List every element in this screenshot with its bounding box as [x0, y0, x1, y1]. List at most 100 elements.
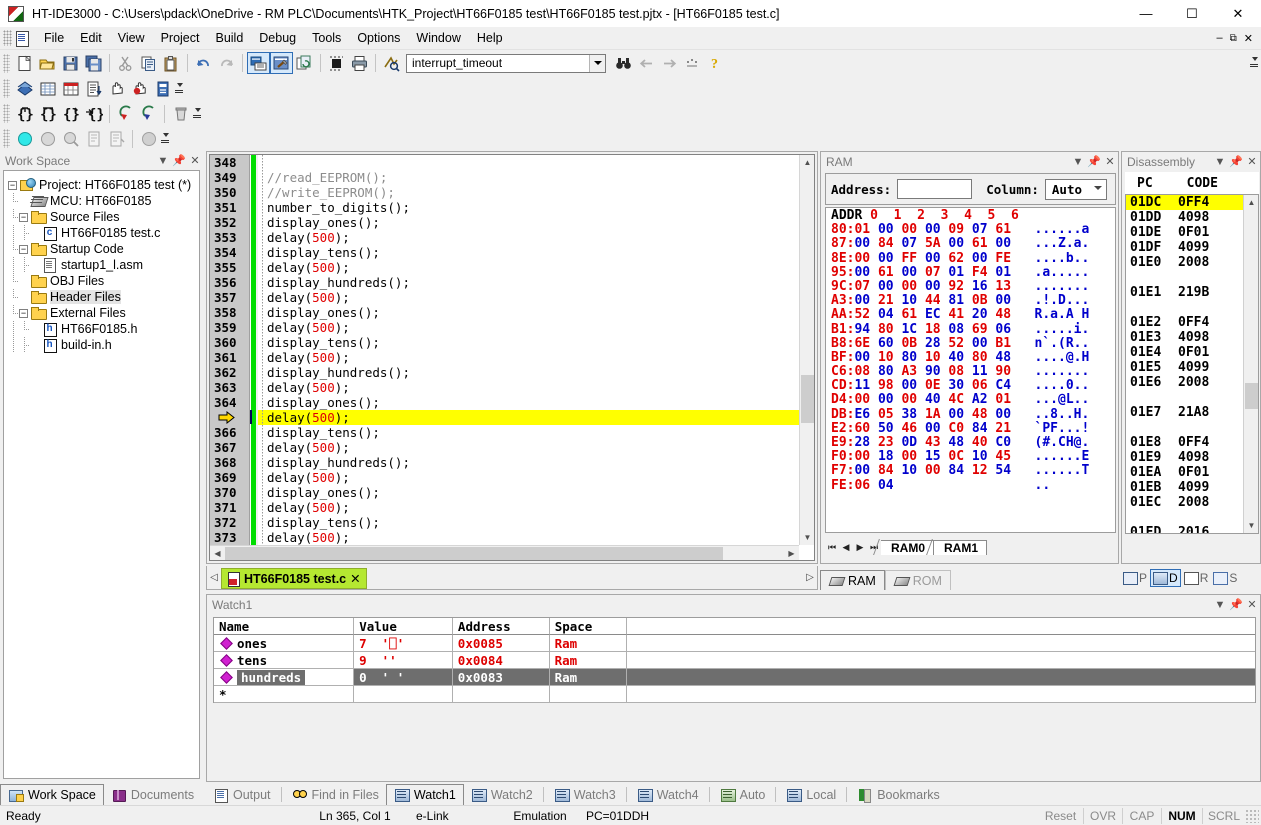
- code-line[interactable]: display_tens();: [258, 335, 799, 350]
- bookmark-icon[interactable]: [681, 52, 704, 74]
- watch-cell-address[interactable]: 0x0085: [453, 635, 550, 652]
- code-line[interactable]: display_tens();: [258, 245, 799, 260]
- watch-column-header[interactable]: Name: [214, 618, 354, 635]
- toolbar-grip[interactable]: [3, 54, 10, 73]
- close-icon[interactable]: ✕: [187, 153, 203, 169]
- disassembly-row[interactable]: 01EA0F01: [1126, 465, 1244, 480]
- disassembly-row[interactable]: 01ED2016: [1126, 525, 1244, 534]
- editor-tab-active[interactable]: HT66F0185 test.c ✕: [221, 568, 367, 589]
- maximize-button[interactable]: ☐: [1169, 0, 1215, 27]
- menu-tools[interactable]: Tools: [304, 28, 349, 48]
- tree-item[interactable]: startup1_l.asm: [4, 257, 199, 273]
- breakpoint-clear-icon[interactable]: [137, 103, 160, 125]
- tree-expander[interactable]: −: [19, 309, 28, 318]
- tab-close-icon[interactable]: ✕: [350, 571, 360, 586]
- tree-item[interactable]: MCU: HT66F0185: [4, 193, 199, 209]
- disassembly-row[interactable]: 01DC0FF4: [1126, 195, 1244, 210]
- editor-code-area[interactable]: //read_EEPROM();//write_EEPROM();number_…: [258, 155, 799, 545]
- resize-grip[interactable]: [1245, 809, 1259, 823]
- code-line[interactable]: display_tens();: [258, 425, 799, 440]
- code-line[interactable]: display_ones();: [258, 395, 799, 410]
- watch-cell-space[interactable]: Ram: [550, 652, 627, 669]
- menu-window[interactable]: Window: [408, 28, 468, 48]
- scroll-right-icon[interactable]: ▶: [784, 546, 799, 561]
- scroll-thumb-h[interactable]: [225, 547, 723, 560]
- dock-tab-documents[interactable]: Documents: [104, 785, 201, 805]
- tree-expander[interactable]: −: [19, 245, 28, 254]
- menu-project[interactable]: Project: [153, 28, 208, 48]
- watch-new-cell[interactable]: [627, 686, 1255, 703]
- save-all-icon[interactable]: [82, 52, 105, 74]
- code-line[interactable]: display_ones();: [258, 305, 799, 320]
- watch-new-cell[interactable]: [453, 686, 550, 703]
- disassembly-row[interactable]: 01E80FF4: [1126, 435, 1244, 450]
- disassembly-row[interactable]: 01E721A8: [1126, 405, 1244, 420]
- dock-tab-watch1[interactable]: Watch1: [386, 784, 464, 805]
- forward-arrow-icon[interactable]: [658, 52, 681, 74]
- watch-new-cell[interactable]: [550, 686, 627, 703]
- tree-item[interactable]: −Source Files: [4, 209, 199, 225]
- page-icon[interactable]: [82, 128, 105, 150]
- pin-icon[interactable]: 📌: [1228, 597, 1244, 613]
- code-line[interactable]: delay(500);: [258, 530, 799, 545]
- mdi-close-button[interactable]: ✕: [1244, 32, 1253, 45]
- disassembly-row[interactable]: 01EC2008: [1126, 495, 1244, 510]
- menu-help[interactable]: Help: [469, 28, 511, 48]
- bank-first-icon[interactable]: ⏮: [825, 539, 839, 555]
- toolbar-overflow-button[interactable]: [1249, 53, 1259, 73]
- disassembly-row[interactable]: 01EB4099: [1126, 480, 1244, 495]
- pin-icon[interactable]: 📌: [1086, 154, 1102, 170]
- tree-item[interactable]: Header Files: [4, 289, 199, 305]
- compile-icon[interactable]: [247, 52, 270, 74]
- hex-row[interactable]: 87:00 84 07 5A 00 61 00 ...Z.a.: [826, 236, 1115, 250]
- rebuild-icon[interactable]: [293, 52, 316, 74]
- toolbar-overflow-button[interactable]: [192, 104, 202, 124]
- menu-file[interactable]: File: [36, 28, 72, 48]
- mdi-restore-button[interactable]: ⧉: [1230, 33, 1237, 44]
- dock-tab-watch4[interactable]: Watch4: [630, 785, 706, 805]
- tab-scroll-left-icon[interactable]: ◁: [207, 568, 221, 588]
- step-grid-icon[interactable]: [36, 78, 59, 100]
- list-icon[interactable]: [82, 78, 105, 100]
- hand-icon[interactable]: [105, 78, 128, 100]
- watch-cell-space[interactable]: Ram: [550, 669, 627, 686]
- editor-surface[interactable]: //read_EEPROM();//write_EEPROM();number_…: [209, 154, 815, 561]
- dock-tab-watch2[interactable]: Watch2: [464, 785, 540, 805]
- chevron-down-icon[interactable]: ▼: [1070, 154, 1086, 170]
- paste-icon[interactable]: [160, 52, 183, 74]
- editor-horizontal-scrollbar[interactable]: ◀ ▶: [210, 545, 799, 560]
- watch-row[interactable]: tens9 ''0x0084Ram: [214, 652, 1255, 669]
- hex-row[interactable]: B1:94 80 1C 18 08 69 06 .....i.: [826, 322, 1115, 336]
- hex-row[interactable]: E9:28 23 0D 43 48 40 C0 (#.CH@.: [826, 435, 1115, 449]
- dock-tab-local[interactable]: Local: [779, 785, 843, 805]
- open-folder-icon[interactable]: [36, 52, 59, 74]
- menu-view[interactable]: View: [110, 28, 153, 48]
- disassembly-row[interactable]: 01E34098: [1126, 330, 1244, 345]
- code-line[interactable]: delay(500);: [258, 380, 799, 395]
- mdi-minimize-button[interactable]: –: [1217, 32, 1223, 44]
- watch-column-header[interactable]: Value: [354, 618, 453, 635]
- step-out-icon[interactable]: {}: [59, 103, 82, 125]
- code-line[interactable]: delay(500);: [258, 410, 799, 425]
- minimize-button[interactable]: —: [1123, 0, 1169, 27]
- hex-row[interactable]: BF:00 10 80 10 40 80 48 ....@.H: [826, 350, 1115, 364]
- watch-cell-name[interactable]: tens: [214, 652, 354, 669]
- watch-column-header[interactable]: Space: [550, 618, 627, 635]
- disassembly-row[interactable]: 01DF4099: [1126, 240, 1244, 255]
- editor-vertical-scrollbar[interactable]: ▲ ▼: [799, 155, 814, 545]
- toolbar-overflow-button[interactable]: [174, 79, 184, 99]
- zoom-out-icon[interactable]: [36, 128, 59, 150]
- chevron-down-icon[interactable]: ▼: [155, 153, 171, 169]
- code-line[interactable]: display_hundreds();: [258, 365, 799, 380]
- scroll-thumb[interactable]: [801, 375, 814, 423]
- hex-row[interactable]: 9C:07 00 00 00 92 16 13 .......: [826, 279, 1115, 293]
- step-table-icon[interactable]: [59, 78, 82, 100]
- watch-new-row[interactable]: *: [214, 686, 1255, 703]
- help-icon[interactable]: ?: [704, 52, 727, 74]
- step-over-icon[interactable]: {}: [36, 103, 59, 125]
- chevron-down-icon[interactable]: ▼: [1212, 154, 1228, 170]
- hex-row[interactable]: F7:00 84 10 00 84 12 54 ......T: [826, 463, 1115, 477]
- disassembly-row[interactable]: 01E54099: [1126, 360, 1244, 375]
- disassembly-row[interactable]: 01E02008: [1126, 255, 1244, 270]
- tab-ram[interactable]: RAM: [820, 570, 885, 590]
